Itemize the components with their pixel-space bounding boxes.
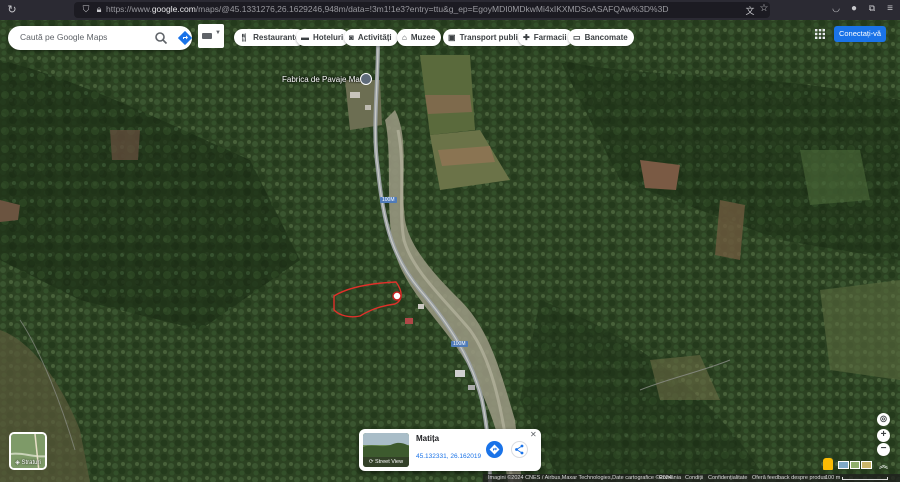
plus-icon: +	[880, 429, 887, 440]
feedback-link[interactable]: Oferă feedback despre produs	[752, 474, 826, 482]
search-input[interactable]: Caută pe Google Maps	[20, 32, 107, 42]
browser-toolbar: ↻ ⛉ 🔒︎ https://www.google.com/maps/@45.1…	[0, 0, 900, 20]
museum-icon: ⌂	[402, 33, 407, 42]
caret-down-icon: ▼	[215, 30, 221, 36]
layer-option-traffic[interactable]	[861, 461, 873, 469]
layers-button[interactable]: ◈ Straturi	[9, 432, 47, 470]
map-footer: Imagini ©2024 CNES / Airbus,Maxar Techno…	[0, 474, 900, 482]
directions-icon	[489, 444, 500, 455]
poi-label[interactable]: Fabrica de Pavaje Matita	[282, 75, 371, 84]
camera-icon: ◙	[349, 33, 354, 42]
privacy-link[interactable]: Confidențialitate	[708, 474, 747, 482]
chip-label: Muzee	[410, 33, 436, 42]
bed-icon: ▬	[301, 33, 309, 42]
chip-pharmacies[interactable]: ✚ Farmacii	[518, 29, 573, 46]
chip-activities[interactable]: ◙ Activități	[344, 29, 398, 46]
google-apps-icon[interactable]	[815, 29, 825, 39]
chip-label: Farmacii	[533, 33, 567, 42]
directions-button[interactable]	[486, 441, 503, 458]
region-link[interactable]: România	[659, 474, 681, 482]
imagery-credits[interactable]: Imagini ©2024 CNES / Airbus,Maxar Techno…	[488, 474, 672, 482]
location-pin-icon[interactable]	[392, 291, 402, 301]
layers-label-text: Straturi	[21, 460, 41, 466]
terms-link[interactable]: Condiții	[685, 474, 703, 482]
place-title: Matița	[416, 434, 440, 443]
layer-option-map[interactable]	[838, 461, 849, 469]
poi-marker-icon[interactable]	[360, 73, 372, 85]
extensions-icon[interactable]: ⧉	[864, 3, 880, 14]
my-location-button[interactable]: ◎	[877, 413, 890, 426]
keyboard-icon	[202, 33, 212, 39]
scale-bar	[842, 477, 888, 480]
chip-restaurants[interactable]: 🍴︎ Restaurante	[234, 29, 306, 46]
zoom-out-button[interactable]: −	[877, 443, 890, 456]
chip-label: Bancomate	[584, 33, 628, 42]
street-view-label-text: Street View	[375, 459, 404, 465]
chip-atms[interactable]: ▭ Bancomate	[568, 29, 634, 46]
chip-public-transport[interactable]: ▣ Transport public	[443, 29, 529, 46]
lock-icon[interactable]: 🔒︎	[91, 4, 107, 15]
road-shield: 100M	[380, 197, 397, 203]
street-view-thumbnail[interactable]: ⟳ Street View	[363, 433, 409, 467]
minus-icon: −	[880, 443, 887, 454]
chip-label: Restaurante	[253, 33, 300, 42]
place-card[interactable]: ⟳ Street View Matița 45.132331, 26.16201…	[359, 429, 541, 471]
location-target-icon: ◎	[880, 414, 887, 423]
search-box[interactable]: Caută pe Google Maps	[8, 26, 192, 50]
street-view-label: ⟳ Street View	[363, 457, 409, 467]
url-text[interactable]: https://www.google.com/maps/@45.1331276,…	[106, 4, 668, 14]
pharmacy-icon: ✚	[523, 33, 530, 42]
search-icon[interactable]	[154, 31, 168, 45]
chip-label: Transport public	[459, 33, 523, 42]
share-icon	[515, 444, 524, 455]
fork-knife-icon: 🍴︎	[239, 33, 250, 42]
close-icon[interactable]: ✕	[530, 430, 537, 439]
scale-label[interactable]: 100 m	[825, 474, 840, 482]
mini-layer-switcher[interactable]	[838, 461, 873, 469]
sign-in-button[interactable]: Conectați-vă	[834, 26, 886, 42]
chevron-up-icon[interactable]: ︽	[879, 458, 888, 471]
chip-museums[interactable]: ⌂ Muzee	[397, 29, 442, 46]
share-button[interactable]	[511, 441, 528, 458]
account-icon[interactable]: ●	[846, 3, 862, 14]
chip-label: Hoteluri	[313, 33, 344, 42]
chip-label: Activități	[357, 33, 392, 42]
pocket-icon[interactable]: ◡	[828, 3, 844, 14]
place-coordinates[interactable]: 45.132331, 26.162019	[416, 453, 481, 460]
directions-icon[interactable]	[178, 31, 192, 45]
map-type-toggle-button[interactable]: ▼	[198, 24, 224, 48]
pegman-icon[interactable]	[823, 458, 833, 470]
zoom-in-button[interactable]: +	[877, 429, 890, 442]
star-icon[interactable]: ☆	[756, 3, 772, 14]
reload-icon[interactable]: ↻	[4, 3, 20, 16]
satellite-imagery	[0, 20, 900, 482]
layer-option-terrain[interactable]	[849, 461, 861, 469]
atm-icon: ▭	[573, 33, 581, 42]
chip-hotels[interactable]: ▬ Hoteluri	[296, 29, 350, 46]
menu-icon[interactable]: ≡	[882, 3, 898, 14]
satellite-map[interactable]: 100M 100M	[0, 20, 900, 482]
road-shield: 100M	[451, 341, 468, 347]
bus-icon: ▣	[448, 33, 456, 42]
layers-label: ◈ Straturi	[11, 459, 45, 466]
